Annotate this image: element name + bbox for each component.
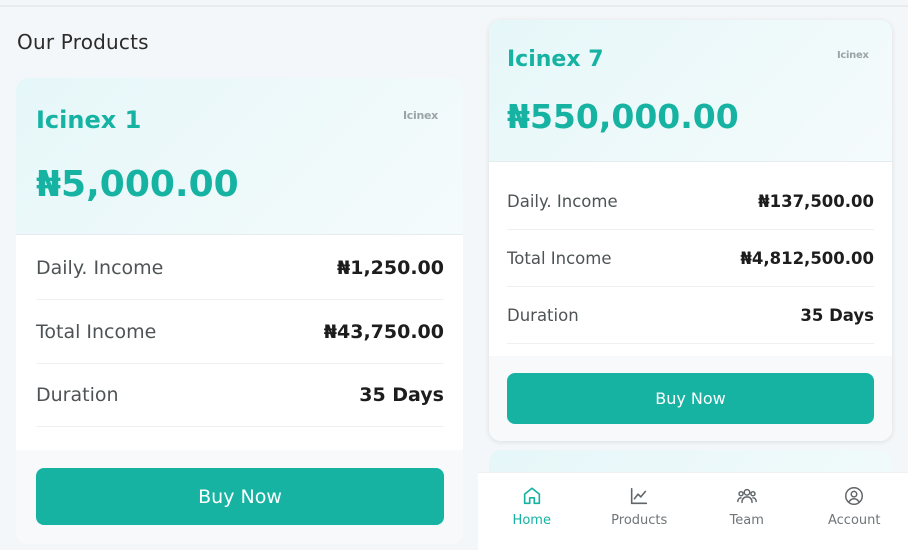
detail-value: 35 Days <box>800 305 874 325</box>
brand-logo: Icinex <box>403 109 438 122</box>
buy-now-button[interactable]: Buy Now <box>36 468 444 525</box>
nav-team[interactable]: Team <box>702 485 792 528</box>
left-panel: Our Products Icinex 1 Icinex ₦5,000.00 D… <box>0 0 478 550</box>
product-price: ₦550,000.00 <box>507 97 739 136</box>
detail-value: ₦4,812,500.00 <box>740 248 874 268</box>
detail-row-daily-income: Daily. Income ₦1,250.00 <box>36 236 444 300</box>
detail-value: ₦1,250.00 <box>337 256 444 279</box>
divider <box>0 5 478 7</box>
detail-label: Total Income <box>36 320 157 343</box>
nav-label: Team <box>729 513 764 528</box>
chart-icon <box>631 487 648 505</box>
product-card-header <box>489 20 892 162</box>
detail-value: 35 Days <box>359 383 444 406</box>
detail-label: Daily. Income <box>507 191 618 211</box>
brand-logo: Icinex <box>837 50 869 61</box>
account-icon <box>845 487 864 505</box>
nav-account[interactable]: Account <box>809 485 899 528</box>
detail-label: Duration <box>36 383 119 406</box>
nav-products[interactable]: Products <box>594 485 684 528</box>
home-icon <box>523 487 540 505</box>
nav-label: Home <box>512 513 551 528</box>
screen: Our Products Icinex 1 Icinex ₦5,000.00 D… <box>0 0 908 550</box>
product-card-header <box>16 78 463 235</box>
nav-home[interactable]: Home <box>487 485 577 528</box>
detail-row-total-income: Total Income ₦43,750.00 <box>36 300 444 364</box>
detail-value: ₦43,750.00 <box>323 320 444 343</box>
detail-value: ₦137,500.00 <box>758 191 874 211</box>
nav-label: Account <box>828 513 881 528</box>
buy-now-button[interactable]: Buy Now <box>507 373 874 424</box>
product-name: Icinex 7 <box>507 47 604 72</box>
team-icon <box>736 488 757 504</box>
product-card[interactable]: Icinex 7 Icinex ₦550,000.00 Daily. Incom… <box>489 20 892 441</box>
nav-label: Products <box>611 513 668 528</box>
bottom-nav: Home Products Team Account <box>478 472 908 550</box>
divider <box>478 5 908 7</box>
detail-row-duration: Duration 35 Days <box>36 363 444 427</box>
detail-label: Duration <box>507 305 579 325</box>
detail-label: Daily. Income <box>36 256 164 279</box>
detail-label: Total Income <box>507 248 612 268</box>
detail-row-duration: Duration 35 Days <box>507 287 874 344</box>
detail-row-daily-income: Daily. Income ₦137,500.00 <box>507 173 874 230</box>
product-card[interactable]: Icinex 1 Icinex ₦5,000.00 Daily. Income … <box>16 78 463 544</box>
detail-row-total-income: Total Income ₦4,812,500.00 <box>507 230 874 287</box>
page-title: Our Products <box>17 30 149 54</box>
product-price: ₦5,000.00 <box>36 164 239 205</box>
product-name: Icinex 1 <box>36 106 142 134</box>
